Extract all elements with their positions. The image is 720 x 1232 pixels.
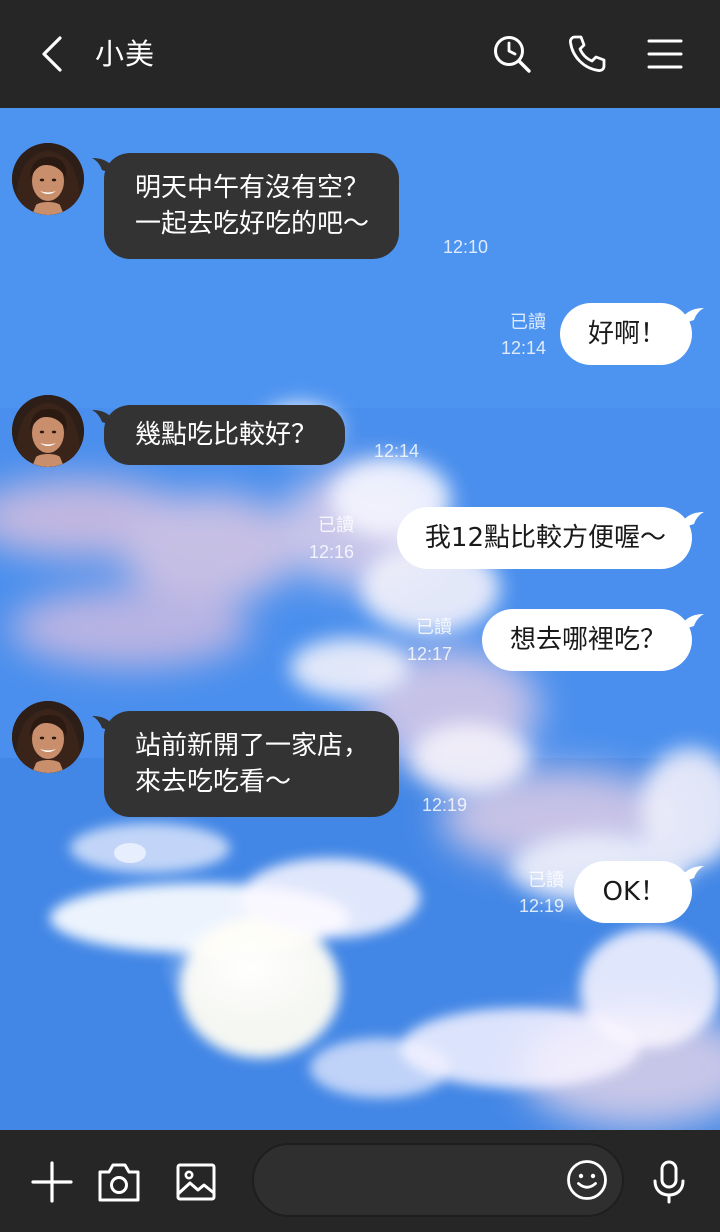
message-text-line: 好啊！: [587, 319, 666, 349]
message-composer: [0, 1130, 720, 1232]
message-input[interactable]: [278, 1145, 552, 1217]
bubble-tail: [682, 308, 704, 324]
avatar-woman-portrait: [12, 143, 84, 215]
search-clock-icon: [494, 36, 531, 73]
camera-button[interactable]: [95, 1158, 143, 1206]
message-time: 12:19: [422, 795, 468, 815]
image-icon: [176, 1163, 216, 1201]
search-button[interactable]: [488, 30, 536, 78]
message-time: 12:17: [406, 644, 452, 664]
photo-button[interactable]: [172, 1158, 220, 1206]
message-time: 12:16: [308, 542, 354, 562]
message-text-line: 想去哪裡吃？: [509, 625, 666, 655]
contact-name[interactable]: 小美: [95, 32, 155, 76]
back-button[interactable]: [30, 32, 74, 76]
voice-message-button[interactable]: [645, 1158, 693, 1206]
message-text-line: 站前新開了一家店，: [135, 731, 370, 761]
microphone-icon: [653, 1160, 685, 1204]
hamburger-menu-icon: [647, 39, 683, 69]
message-bubble-outgoing[interactable]: 想去哪裡吃？: [481, 609, 692, 671]
message-input-container[interactable]: [252, 1143, 624, 1217]
message-time: 12:19: [518, 896, 564, 916]
call-button[interactable]: [563, 30, 611, 78]
plus-icon: [31, 1161, 73, 1203]
message-text-line: 來去吃吃看～: [135, 767, 292, 797]
read-receipt: 已讀: [510, 312, 546, 332]
message-bubble-outgoing[interactable]: 好啊！: [559, 303, 692, 365]
bubble-tail: [682, 614, 704, 630]
read-receipt: 已讀: [318, 515, 354, 535]
chat-header: 小美: [0, 0, 720, 108]
emoji-icon[interactable]: [564, 1157, 610, 1203]
message-text-line: 幾點吃比較好？: [135, 420, 318, 450]
chat-area[interactable]: 明天中午有沒有空？ 一起去吃好吃的吧～ 12:10 已讀 12:14 好啊！ 幾…: [0, 108, 720, 1130]
message-time: 12:10: [443, 237, 489, 257]
add-attachment-button[interactable]: [28, 1158, 76, 1206]
avatar-woman-portrait: [12, 395, 84, 467]
message-time: 12:14: [374, 441, 420, 461]
message-text-line: 一起去吃好吃的吧～: [135, 209, 370, 239]
phone-icon: [569, 35, 606, 72]
menu-button[interactable]: [641, 30, 689, 78]
message-bubble-incoming[interactable]: 幾點吃比較好？: [104, 405, 346, 465]
message-text-line: OK！: [602, 877, 666, 907]
read-receipt: 已讀: [416, 617, 452, 637]
message-bubble-outgoing[interactable]: 我12點比較方便喔～: [396, 507, 692, 569]
message-text-line: 明天中午有沒有空？: [135, 173, 370, 203]
bubble-tail: [682, 866, 704, 882]
camera-icon: [98, 1163, 140, 1202]
message-bubble-incoming[interactable]: 站前新開了一家店， 來去吃吃看～: [104, 711, 400, 817]
chevron-left-icon: [42, 36, 62, 72]
message-bubble-incoming[interactable]: 明天中午有沒有空？ 一起去吃好吃的吧～: [104, 153, 400, 259]
message-time: 12:14: [500, 338, 546, 358]
bubble-tail: [682, 512, 704, 528]
avatar-woman-portrait: [12, 701, 84, 773]
contact-avatar[interactable]: [12, 701, 84, 773]
message-text-line: 我12點比較方便喔～: [424, 523, 666, 553]
read-receipt: 已讀: [528, 870, 564, 890]
contact-avatar[interactable]: [12, 143, 84, 215]
message-bubble-outgoing[interactable]: OK！: [574, 861, 692, 923]
contact-avatar[interactable]: [12, 395, 84, 467]
